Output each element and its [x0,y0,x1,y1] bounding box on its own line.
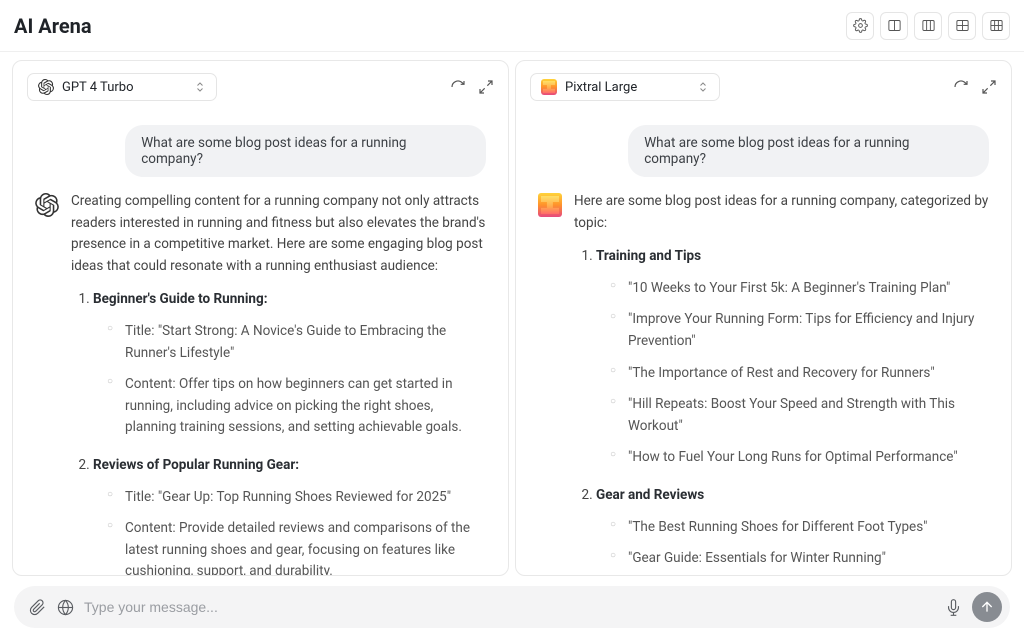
panel-head: GPT 4 Turbo [13,61,508,107]
layout-grid-3x2-button[interactable] [982,12,1010,40]
list-item: "Hill Repeats: Boost Your Speed and Stre… [614,394,989,437]
compose-bar [0,576,1024,642]
response-body: Here are some blog post ideas for a runn… [574,191,989,575]
model-select-left[interactable]: GPT 4 Turbo [27,73,217,101]
gear-icon [853,18,868,33]
model-label: GPT 4 Turbo [62,80,134,95]
compose-inner [14,586,1010,628]
panel-head-actions [450,79,494,95]
columns-2-icon [887,18,902,33]
topbar: AI Arena [0,0,1024,52]
top-actions [846,12,1010,40]
model-select-right[interactable]: Pixtral Large [530,73,720,101]
mic-icon [945,599,962,616]
regenerate-icon[interactable] [953,79,969,95]
intro-text: Creating compelling content for a runnin… [71,191,486,277]
expand-icon[interactable] [478,79,494,95]
list-item: "How to Fuel Your Long Runs for Optimal … [614,447,989,469]
list-item: Title: "Start Strong: A Novice's Guide t… [111,321,486,364]
chat-body-left[interactable]: What are some blog post ideas for a runn… [13,107,508,575]
section-title: Training and Tips [596,248,701,264]
list-item: Content: Provide detailed reviews and co… [111,518,486,575]
mistral-avatar [538,193,562,217]
mistral-icon [541,79,557,95]
grid-3x2-icon [989,18,1004,33]
list-item: "The Best Running Shoes for Different Fo… [614,517,989,539]
main: GPT 4 Turbo What are some blog post idea… [0,52,1024,576]
section-title: Reviews of Popular Running Gear: [93,457,299,473]
list-item: Content: Offer tips on how beginners can… [111,374,486,439]
assistant-message: Creating compelling content for a runnin… [35,191,486,575]
response-body: Creating compelling content for a runnin… [71,191,486,575]
openai-icon [38,79,54,95]
mic-button[interactable] [944,598,962,616]
globe-icon [57,599,74,616]
list-item: "Gear Guide: Essentials for Winter Runni… [614,548,989,570]
list-item: "The Importance of Rest and Recovery for… [614,363,989,385]
openai-avatar [35,193,59,217]
layout-3col-button[interactable] [914,12,942,40]
web-button[interactable] [56,598,74,616]
list-item: "10 Weeks to Your First 5k: A Beginner's… [614,278,989,300]
panel-head: Pixtral Large [516,61,1011,107]
page-title: AI Arena [14,14,92,38]
list-item: Training and Tips "10 Weeks to Your Firs… [596,246,989,469]
panel-left: GPT 4 Turbo What are some blog post idea… [12,60,509,576]
list-item: Title: "Gear Up: Top Running Shoes Revie… [111,487,486,509]
section-title: Beginner's Guide to Running: [93,291,268,307]
list-item: Reviews of Popular Running Gear: Title: … [93,455,486,575]
columns-3-icon [921,18,936,33]
layout-grid-2x2-button[interactable] [948,12,976,40]
panel-right: Pixtral Large What are some blog post id… [515,60,1012,576]
send-button[interactable] [972,592,1002,622]
assistant-message: Here are some blog post ideas for a runn… [538,191,989,575]
arrow-up-icon [979,599,995,615]
chevron-updown-icon [194,81,206,93]
list-item: "Improve Your Running Form: Tips for Eff… [614,309,989,352]
section-title: Gear and Reviews [596,487,704,503]
grid-2x2-icon [955,18,970,33]
intro-text: Here are some blog post ideas for a runn… [574,191,989,234]
settings-button[interactable] [846,12,874,40]
list-item: Gear and Reviews "The Best Running Shoes… [596,485,989,575]
panel-head-actions [953,79,997,95]
message-input[interactable] [84,599,934,615]
chat-body-right[interactable]: What are some blog post ideas for a runn… [516,107,1011,575]
regenerate-icon[interactable] [450,79,466,95]
expand-icon[interactable] [981,79,997,95]
paperclip-icon [29,599,46,616]
attach-button[interactable] [28,598,46,616]
user-message: What are some blog post ideas for a runn… [125,125,486,177]
user-message: What are some blog post ideas for a runn… [628,125,989,177]
list-item: Beginner's Guide to Running: Title: "Sta… [93,289,486,439]
chevron-updown-icon [697,81,709,93]
layout-2col-button[interactable] [880,12,908,40]
model-label: Pixtral Large [565,80,637,95]
